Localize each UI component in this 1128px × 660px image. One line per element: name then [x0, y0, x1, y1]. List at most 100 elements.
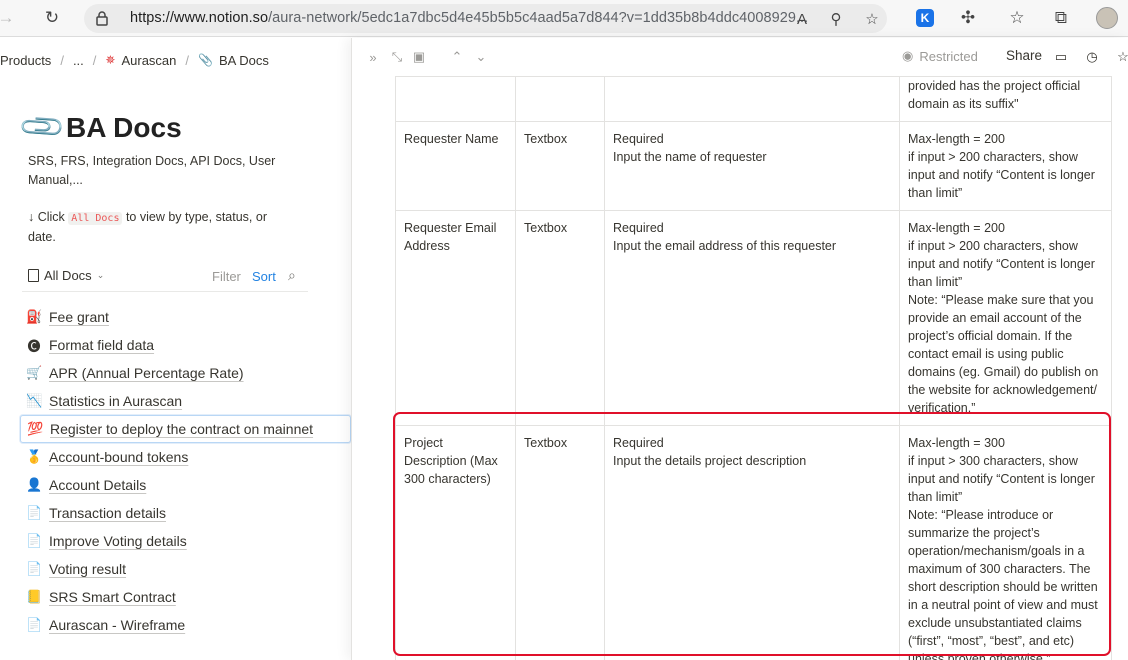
side-peek-icon[interactable]: ▣ [410, 48, 428, 66]
hint-prefix: ↓ Click [28, 210, 65, 224]
url-host: https://www.notion.so [130, 10, 269, 26]
panel-toolbar: » ⤡ ▣ ⌃ ⌄ ◉ Restricted Share ▭ ◷ ☆ [352, 38, 1128, 76]
doc-title: Aurascan - Wireframe [49, 617, 186, 633]
close-peek-icon[interactable]: » [364, 48, 382, 66]
collections-icon[interactable]: ⧉ [1049, 6, 1073, 30]
star-icon[interactable]: ☆ [1114, 48, 1128, 66]
history-icon[interactable]: ◷ [1083, 48, 1101, 66]
filter-button[interactable]: Filter [212, 269, 241, 284]
aurascan-icon: ✵ [105, 53, 116, 67]
list-item[interactable]: 📄 Transaction details [20, 499, 351, 527]
table-cell[interactable]: Required Input the email address of this… [604, 210, 900, 426]
user-icon: 👤 [26, 477, 43, 492]
breadcrumb: Products / ... / ✵ Aurascan / 📎 BA Docs [0, 51, 269, 69]
table-cell[interactable]: Max-length = 200 if input > 200 characte… [899, 121, 1112, 211]
view-tab-all-docs[interactable]: All Docs ⌄ [28, 268, 104, 283]
doc-title: SRS Smart Contract [49, 589, 176, 605]
table-cell[interactable]: Max-length = 200 if input > 200 characte… [899, 210, 1112, 426]
view-tab-label: All Docs [44, 268, 92, 283]
doc-title: Improve Voting details [49, 533, 187, 549]
extensions-icon[interactable]: ✣ [956, 6, 980, 30]
table-cell[interactable]: Textbox [515, 210, 605, 426]
table-cell[interactable]: Textbox [515, 425, 605, 660]
url-text[interactable]: https://www.notion.so/aura-network/5edc1… [130, 10, 808, 26]
document-icon: 📄 [26, 533, 43, 548]
doc-title: Account Details [49, 477, 147, 493]
address-bar[interactable]: https://www.notion.so/aura-network/5edc1… [84, 4, 887, 33]
list-item[interactable]: ⛽ Fee grant [20, 303, 351, 331]
list-item[interactable]: 👤 Account Details [20, 471, 351, 499]
document-icon: 📄 [26, 505, 43, 520]
chevron-up-icon[interactable]: ⌃ [448, 48, 466, 66]
doc-title: Register to deploy the contract on mainn… [50, 421, 314, 437]
table-cell[interactable]: Required Input the details project descr… [604, 425, 900, 660]
breadcrumb-aurascan[interactable]: Aurascan [121, 53, 176, 68]
table-cell[interactable] [604, 76, 900, 122]
zoom-icon[interactable]: ⚲ [826, 9, 846, 29]
hint-code: All Docs [68, 212, 123, 225]
list-item[interactable]: 📄 Aurascan - Wireframe [20, 611, 351, 639]
table-row: Project Description (Max 300 characters)… [395, 425, 1112, 660]
table-cell[interactable]: Requester Email Address [395, 210, 516, 426]
doc-title: Statistics in Aurascan [49, 393, 183, 409]
breadcrumb-separator: / [60, 52, 64, 68]
table-row: provided has the project official domain… [395, 76, 1112, 122]
search-icon[interactable]: ⌕ [288, 267, 296, 284]
list-item[interactable]: 🛒 APR (Annual Percentage Rate) [20, 359, 351, 387]
list-item[interactable]: 🥇 Account-bound tokens [20, 443, 351, 471]
breadcrumb-separator: / [185, 52, 190, 68]
list-item[interactable]: 📒 SRS Smart Contract [20, 583, 351, 611]
chevron-down-icon[interactable]: ⌄ [472, 48, 490, 66]
table-cell[interactable]: provided has the project official domain… [899, 76, 1112, 122]
hundred-points-icon: 💯 [27, 421, 44, 436]
restricted-badge[interactable]: ◉ Restricted [902, 48, 978, 64]
list-item[interactable]: 📄 Improve Voting details [20, 527, 351, 555]
fuel-icon: ⛽ [26, 309, 43, 324]
table-cell[interactable] [515, 76, 605, 122]
paperclip-icon: 📎 [198, 53, 213, 67]
expand-icon[interactable]: ⤡ [388, 48, 406, 66]
breadcrumb-products[interactable]: Products [0, 53, 51, 68]
table-cell[interactable] [395, 76, 516, 122]
read-aloud-icon[interactable]: A [792, 9, 812, 29]
chevron-down-icon: ⌄ [96, 270, 105, 280]
list-item[interactable]: 📄 Voting result [20, 555, 351, 583]
restricted-label: Restricted [919, 48, 978, 64]
favorites-icon[interactable]: ☆ [1005, 6, 1029, 30]
table-cell[interactable]: Required Input the name of requester [604, 121, 900, 211]
lock-icon[interactable] [96, 11, 108, 26]
breadcrumb-ellipsis[interactable]: ... [73, 53, 84, 68]
breadcrumb-ba-docs[interactable]: BA Docs [219, 53, 269, 68]
paperclip-icon[interactable]: 📎 [17, 102, 68, 153]
requirements-table: provided has the project official domain… [395, 76, 1112, 660]
cart-icon: 🛒 [26, 365, 43, 380]
table-row: Requester Name Textbox Required Input th… [395, 121, 1112, 211]
peek-panel: » ⤡ ▣ ⌃ ⌄ ◉ Restricted Share ▭ ◷ ☆ provi… [351, 38, 1128, 660]
table-cell[interactable]: Project Description (Max 300 characters) [395, 425, 516, 660]
breadcrumb-separator: / [92, 52, 97, 68]
document-icon: 📄 [26, 617, 43, 632]
forward-icon[interactable]: → [0, 6, 18, 30]
page-title[interactable]: BA Docs [66, 112, 182, 144]
medal-icon: 🥇 [26, 449, 43, 464]
share-button[interactable]: Share [1006, 48, 1042, 63]
profile-avatar[interactable] [1095, 6, 1119, 30]
comment-icon[interactable]: ▭ [1052, 48, 1070, 66]
sort-button[interactable]: Sort [252, 269, 276, 284]
page-description[interactable]: SRS, FRS, Integration Docs, API Docs, Us… [28, 152, 278, 190]
eye-icon: ◉ [902, 48, 914, 63]
database-view-bar: All Docs ⌄ Filter Sort ⌕ [22, 264, 308, 292]
refresh-icon[interactable]: ↻ [40, 6, 64, 30]
view-hint: ↓ Click All Docs to view by type, status… [28, 208, 268, 246]
list-item[interactable]: 🅒 Format field data [20, 331, 351, 359]
table-cell[interactable]: Textbox [515, 121, 605, 211]
list-item[interactable]: 📉 Statistics in Aurascan [20, 387, 351, 415]
doc-title: Voting result [49, 561, 127, 577]
list-item-selected[interactable]: 💯 Register to deploy the contract on main… [20, 415, 351, 443]
document-icon: 📄 [26, 561, 43, 576]
favorite-add-icon[interactable]: ☆ [862, 9, 882, 29]
extension-k-icon[interactable]: K [913, 6, 937, 30]
table-cell[interactable]: Requester Name [395, 121, 516, 211]
doc-title: Format field data [49, 337, 155, 353]
table-cell[interactable]: Max-length = 300 if input > 300 characte… [899, 425, 1112, 660]
